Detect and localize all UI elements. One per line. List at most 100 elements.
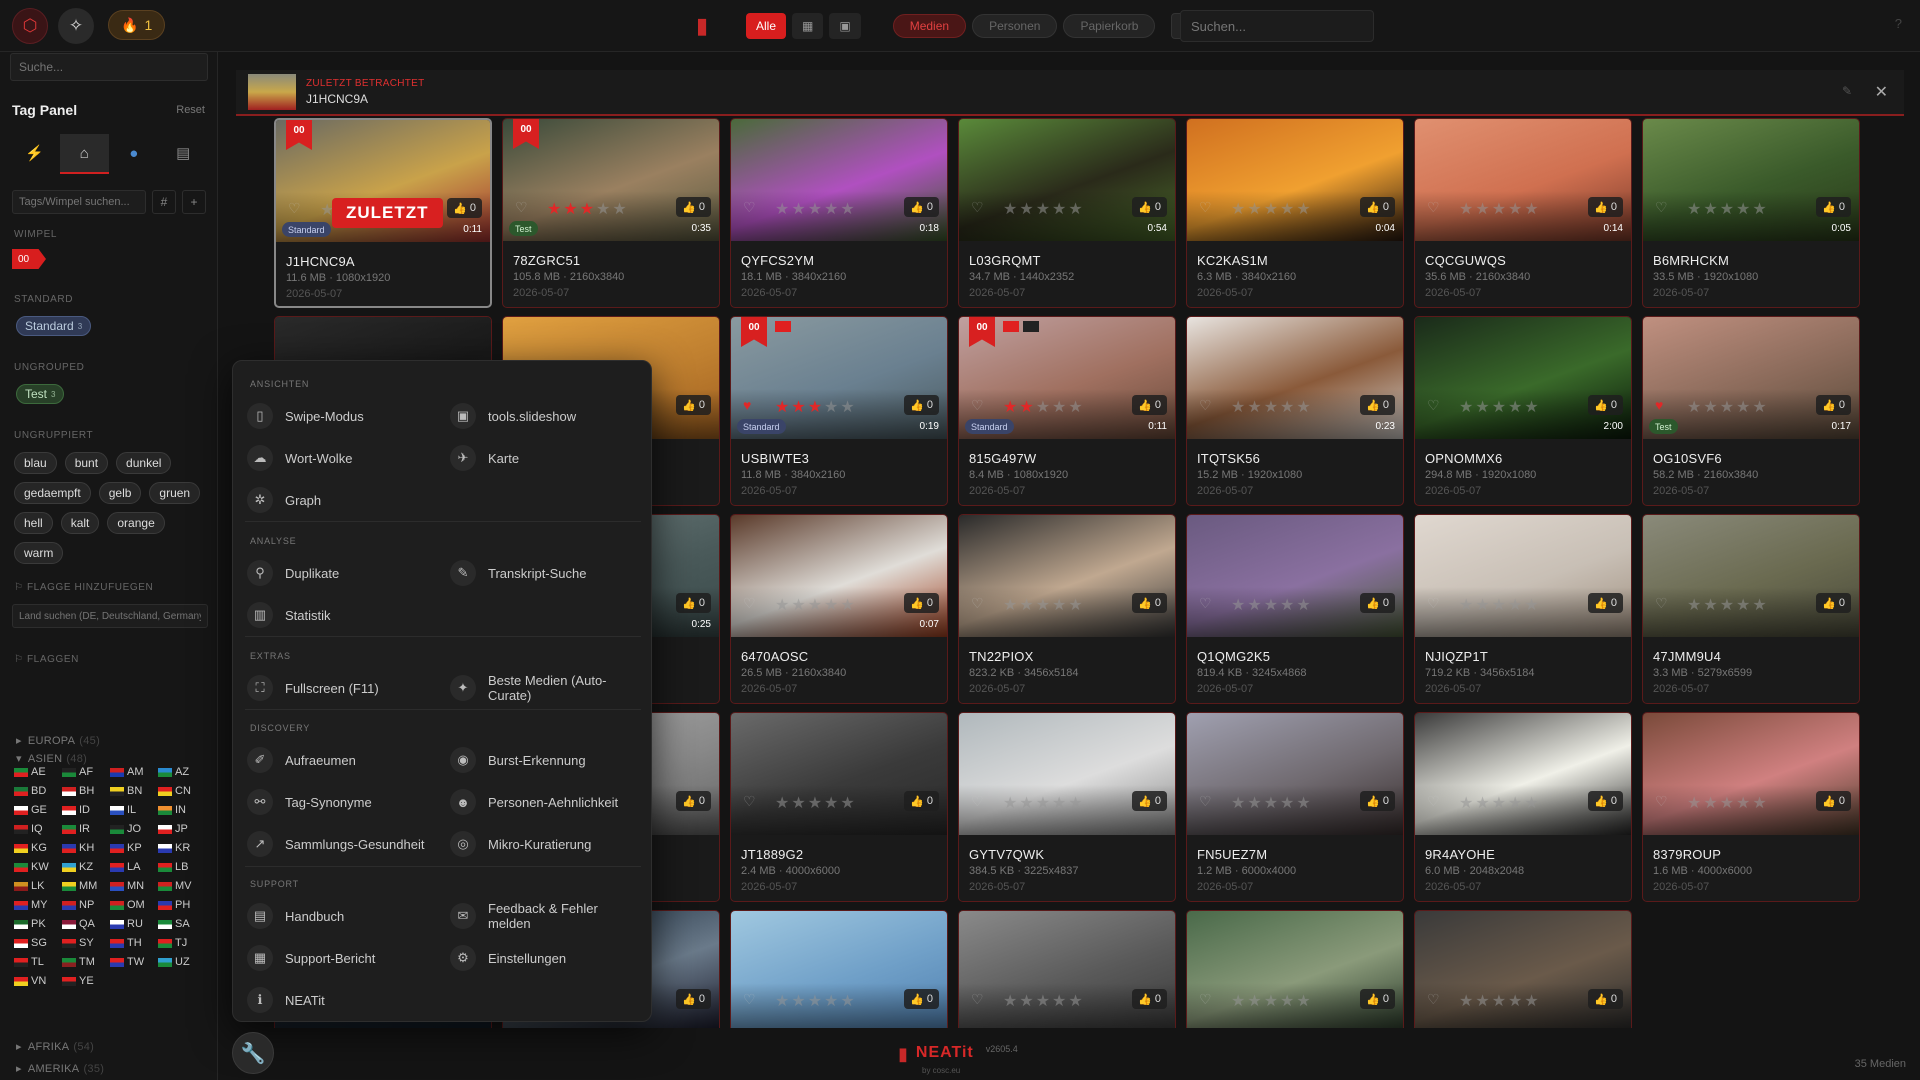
card-tag[interactable]: Standard <box>965 419 1014 434</box>
flag-bn[interactable]: BN <box>110 785 152 797</box>
tool-tag-synonyme[interactable]: ⚯ Tag-Synonyme <box>247 787 437 817</box>
star-rating[interactable]: ★★★★★ <box>1231 397 1313 417</box>
tag-test[interactable]: Test 3 <box>16 384 65 404</box>
flag-af[interactable]: AF <box>62 766 104 778</box>
media-card[interactable]: ♡ ★★★★★ 👍 0 2:00 OPNOMMX6 294.8 MB · 1920x1080… <box>1414 316 1632 506</box>
card-tag[interactable]: Test <box>509 221 538 236</box>
tool-feedback-fehler-melden[interactable]: ✉ Feedback & Fehler melden <box>450 901 640 931</box>
tool-aufraeumen[interactable]: ✐ Aufraeumen <box>247 745 437 775</box>
like-counter[interactable]: 👍0 <box>447 198 482 218</box>
like-counter[interactable]: 👍0 <box>1588 395 1623 415</box>
heart-icon[interactable]: ♡ <box>1427 793 1440 810</box>
flag-qa[interactable]: QA <box>62 918 104 930</box>
flag-np[interactable]: NP <box>62 899 104 911</box>
tool-mikro-kuratierung[interactable]: ◎ Mikro-Kuratierung <box>450 829 640 859</box>
region-afrika[interactable]: ▸ AFRIKA (54) <box>16 1040 94 1053</box>
filter-image-button[interactable]: ▣ <box>829 13 861 39</box>
media-card[interactable]: ♡ ★★★★★ 👍0 <box>1186 910 1404 1028</box>
media-card[interactable]: ♡ ★★★★★ 👍 0 GYTV7QWK 384.5 KB · 3225x4837 2026… <box>958 712 1176 902</box>
tag-chip[interactable]: hell <box>14 512 53 534</box>
like-counter[interactable]: 👍0 <box>904 989 939 1009</box>
star-rating[interactable]: ★★★★★ <box>1003 793 1085 813</box>
tab-personen[interactable]: Personen <box>972 14 1058 38</box>
tool-duplikate[interactable]: ⚲ Duplikate <box>247 558 437 588</box>
star-rating[interactable]: ★★★★★ <box>775 991 857 1011</box>
star-rating[interactable]: ★★★★★ <box>775 793 857 813</box>
close-icon[interactable]: ✕ <box>1875 82 1888 102</box>
tool-sammlungs-gesundheit[interactable]: ↗ Sammlungs-Gesundheit <box>247 829 437 859</box>
flag-mn[interactable]: MN <box>110 880 152 892</box>
like-counter[interactable]: 👍0 <box>676 593 711 613</box>
heart-icon[interactable]: ♡ <box>1655 793 1668 810</box>
flag-az[interactable]: AZ <box>158 766 200 778</box>
like-counter[interactable]: 👍0 <box>1816 197 1851 217</box>
flag-kp[interactable]: KP <box>110 842 152 854</box>
like-counter[interactable]: 👍0 <box>1360 593 1395 613</box>
like-counter[interactable]: 👍0 <box>1816 395 1851 415</box>
media-card[interactable]: ♡ ★★★★★ 👍 0 NJIQZP1T 719.2 KB · 3456x5184 2026… <box>1414 514 1632 704</box>
media-card[interactable]: ♡ ★★★★★ 👍 0 FN5UEZ7M 1.2 MB · 6000x4000 2026-0… <box>1186 712 1404 902</box>
flag-tw[interactable]: TW <box>110 956 152 968</box>
banner-thumbnail[interactable] <box>248 74 296 110</box>
heart-icon[interactable]: ♡ <box>1427 595 1440 612</box>
star-rating[interactable]: ★★★★★ <box>1231 595 1313 615</box>
flag-kg[interactable]: KG <box>14 842 56 854</box>
tool-handbuch[interactable]: ▤ Handbuch <box>247 901 437 931</box>
flag-in[interactable]: IN <box>158 804 200 816</box>
heart-icon[interactable]: ♡ <box>1427 991 1440 1008</box>
tag-chip[interactable]: blau <box>14 452 57 474</box>
heart-icon[interactable]: ♡ <box>1427 397 1440 414</box>
like-counter[interactable]: 👍0 <box>1132 791 1167 811</box>
heart-icon[interactable]: ♡ <box>971 397 984 414</box>
star-rating[interactable]: ★★★★★ <box>775 199 857 219</box>
flag-kz[interactable]: KZ <box>62 861 104 873</box>
star-rating[interactable]: ★★★★★ <box>775 397 857 417</box>
heart-icon[interactable]: ♡ <box>971 793 984 810</box>
flag-id[interactable]: ID <box>62 804 104 816</box>
star-rating[interactable]: ★★★★★ <box>1459 991 1541 1011</box>
card-tag[interactable]: Standard <box>737 419 786 434</box>
star-rating[interactable]: ★★★★★ <box>547 199 629 219</box>
sidebar-search-input[interactable] <box>10 53 208 81</box>
like-counter[interactable]: 👍0 <box>676 395 711 415</box>
like-counter[interactable]: 👍0 <box>904 197 939 217</box>
tag-chip[interactable]: gruen <box>149 482 201 504</box>
card-tag[interactable]: Standard <box>282 222 331 237</box>
flag-bh[interactable]: BH <box>62 785 104 797</box>
media-card[interactable]: ♡ ★★★★★ 👍 0 0:04 KC2KAS1M 6.3 MB · 3840x2160 20… <box>1186 118 1404 308</box>
media-card[interactable]: ♡ ★★★★★ 👍0 <box>1414 910 1632 1028</box>
heart-icon[interactable]: ♥ <box>743 397 751 413</box>
tab-papierkorb[interactable]: Papierkorb <box>1063 14 1156 38</box>
tag-chip[interactable]: gelb <box>98 482 142 504</box>
tool-beste-medien-auto-curate[interactable]: ✦ Beste Medien (Auto-Curate) <box>450 673 640 703</box>
heart-icon[interactable]: ♡ <box>1655 595 1668 612</box>
streak-badge[interactable]: 🔥 1 <box>108 10 166 40</box>
flag-tm[interactable]: TM <box>62 956 104 968</box>
like-counter[interactable]: 👍0 <box>1360 989 1395 1009</box>
flag-ge[interactable]: GE <box>14 804 56 816</box>
flag-ru[interactable]: RU <box>110 918 152 930</box>
like-counter[interactable]: 👍0 <box>1588 197 1623 217</box>
like-counter[interactable]: 👍0 <box>904 791 939 811</box>
tag-mode-button[interactable]: ⬡ <box>12 8 48 44</box>
heart-icon[interactable]: ♥ <box>1655 397 1663 413</box>
media-card[interactable]: 00 ♡ ★★★★★ 👍 0 0:11 Standard 815G497W 8.4 MB · 1… <box>958 316 1176 506</box>
flag-bd[interactable]: BD <box>14 785 56 797</box>
like-counter[interactable]: 👍0 <box>1588 593 1623 613</box>
media-card[interactable]: ♡ ★★★★★ 👍 0 0:18 QYFCS2YM 18.1 MB · 3840x2160 2… <box>730 118 948 308</box>
hash-button[interactable]: # <box>152 190 176 214</box>
tool-graph[interactable]: ✲ Graph <box>247 485 437 515</box>
star-rating[interactable]: ★★★★★ <box>1231 793 1313 813</box>
tab-clipboard[interactable]: ▤ <box>159 134 209 174</box>
media-card[interactable]: 00 ♥ ★★★★★ 👍 0 0:19 Standard USBIWTE3 11.8 MB · … <box>730 316 948 506</box>
star-rating[interactable]: ★★★★★ <box>1003 199 1085 219</box>
media-card[interactable]: ♡ ★★★★★ 👍 0 0:05 B6MRHCKM 33.5 MB · 1920x1080 2… <box>1642 118 1860 308</box>
tool-statistik[interactable]: ▥ Statistik <box>247 600 437 630</box>
like-counter[interactable]: 👍0 <box>676 791 711 811</box>
like-counter[interactable]: 👍0 <box>1588 791 1623 811</box>
heart-icon[interactable]: ♡ <box>971 199 984 216</box>
media-card[interactable]: ♡ ★★★★★ 👍 0 0:14 CQCGUWQS 35.6 MB · 2160x3840 2… <box>1414 118 1632 308</box>
like-counter[interactable]: 👍0 <box>1816 593 1851 613</box>
media-card[interactable]: 00♡★★★★★👍00:11StandardZULETZTJ1HCNC9A11.… <box>274 118 492 308</box>
tag-chip[interactable]: gedaempft <box>14 482 91 504</box>
